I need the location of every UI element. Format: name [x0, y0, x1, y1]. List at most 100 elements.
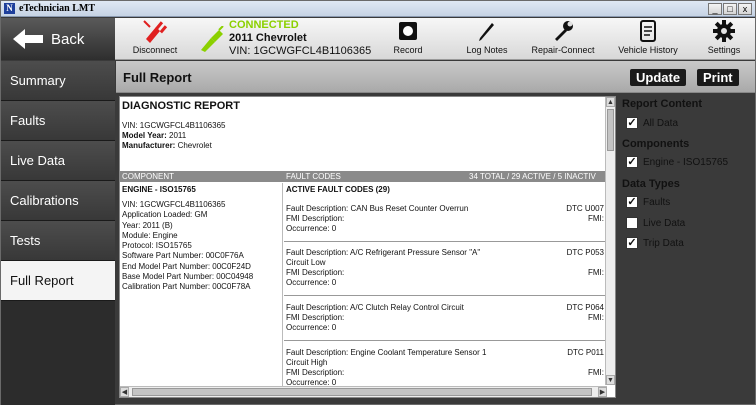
settings-button[interactable]: Settings — [702, 20, 746, 55]
faults-checkbox[interactable]: ✓ — [626, 196, 638, 208]
detail-line: Calibration Part Number: 00C0F78A — [122, 282, 251, 292]
vehicle-name: 2011 Chevrolet — [229, 32, 307, 44]
active-codes-label: ACTIVE FAULT CODES (29) — [286, 185, 390, 194]
column-divider — [282, 183, 283, 393]
fault-dtc: DTC U007 — [566, 204, 604, 213]
connection-status: CONNECTED 2011 Chevrolet VIN: 1GCWGFCL4B… — [199, 19, 399, 59]
nav-item-faults[interactable]: Faults — [1, 101, 115, 141]
vin-label: VIN: — [122, 121, 138, 130]
detail-line: VIN: 1GCWGFCL4B1106365 — [122, 200, 226, 209]
component-details: VIN: 1GCWGFCL4B1106365 Application Loade… — [122, 200, 280, 293]
log-notes-button[interactable]: Log Notes — [463, 20, 511, 55]
back-arrow-icon — [13, 29, 43, 49]
live-data-label: Live Data — [643, 217, 686, 229]
horizontal-scrollbar[interactable]: ◀ ▶ — [120, 386, 607, 397]
detail-line: Year: 2011 (B) — [122, 220, 173, 230]
fault-fmi-code: FMI: — [588, 313, 604, 322]
repair-connect-button[interactable]: Repair-Connect — [531, 20, 595, 55]
fault-fmi: FMI Description: — [286, 214, 345, 223]
update-button[interactable]: Update — [630, 69, 687, 86]
fault-fmi: FMI Description: — [286, 368, 345, 377]
close-button[interactable]: x — [738, 3, 752, 15]
print-button[interactable]: Print — [697, 69, 739, 86]
horizontal-scroll-thumb[interactable] — [132, 388, 592, 396]
disconnect-button[interactable]: Disconnect — [119, 20, 191, 55]
fault-fmi-code: FMI: — [588, 268, 604, 277]
restore-button[interactable]: □ — [723, 3, 737, 15]
nav-item-tests[interactable]: Tests — [1, 221, 115, 261]
detail-line: Application Loaded: GM — [122, 210, 208, 220]
report-options-panel: Report Content ✓ All Data Components ✓ E… — [619, 96, 755, 396]
vehicle-vin: VIN: 1GCWGFCL4B1106365 — [229, 45, 372, 57]
manufacturer-value: Chevrolet — [177, 141, 212, 150]
disconnect-label: Disconnect — [132, 45, 178, 55]
fault-fmi: FMI Description: — [286, 313, 345, 322]
left-nav: Summary Faults Live Data Calibrations Te… — [1, 61, 115, 405]
live-data-option[interactable]: Live Data — [626, 217, 685, 229]
fault-occurrence: Occurrence: 0 — [286, 224, 337, 233]
record-button[interactable]: Record — [387, 20, 429, 55]
detail-line: Module: Engine — [122, 230, 178, 240]
engine-label: Engine - ISO15765 — [643, 156, 729, 168]
scroll-left-icon[interactable]: ◀ — [120, 387, 129, 397]
fault-divider — [284, 241, 606, 242]
nav-item-calibrations[interactable]: Calibrations — [1, 181, 115, 221]
fault-occurrence: Occurrence: 0 — [286, 278, 337, 287]
fault-entry: Fault Description: Engine Coolant Temper… — [286, 348, 606, 388]
nav-item-live-data[interactable]: Live Data — [1, 141, 115, 181]
fault-divider — [284, 295, 606, 296]
minimize-button[interactable]: _ — [708, 3, 722, 15]
nav-item-summary[interactable]: Summary — [1, 61, 115, 101]
fault-dtc: DTC P064 — [566, 303, 604, 312]
top-toolbar: Back Disconnect CONNECTED 2011 Chevrolet — [1, 18, 755, 60]
settings-label: Settings — [707, 45, 741, 55]
plug-disconnect-icon — [119, 20, 191, 43]
component-name: ENGINE - ISO15765 — [122, 185, 196, 194]
vertical-scrollbar[interactable]: ▲ ▼ — [605, 97, 615, 385]
report-title: DIAGNOSTIC REPORT — [122, 100, 240, 112]
fault-fmi-code: FMI: — [588, 214, 604, 223]
report-meta: VIN: 1GCWGFCL4B1106365 Model Year: 2011 … — [122, 121, 225, 151]
page-title: Full Report — [123, 70, 192, 85]
detail-line: Software Part Number: 00C0F76A — [122, 251, 244, 261]
detail-line: Protocol: ISO15765 — [122, 241, 192, 251]
faults-option[interactable]: ✓ Faults — [626, 196, 670, 208]
engine-checkbox[interactable]: ✓ — [626, 156, 638, 168]
app-logo-icon: N — [4, 3, 15, 14]
trip-data-label: Trip Data — [643, 237, 684, 249]
engine-option[interactable]: ✓ Engine - ISO15765 — [626, 156, 728, 168]
live-data-checkbox[interactable] — [626, 217, 638, 229]
log-notes-label: Log Notes — [466, 45, 508, 55]
pencil-icon — [463, 20, 511, 42]
fault-entry: Fault Description: A/C Clutch Relay Cont… — [286, 303, 606, 333]
back-label: Back — [51, 30, 85, 48]
vehicle-history-label: Vehicle History — [618, 45, 678, 55]
trip-data-checkbox[interactable]: ✓ — [626, 237, 638, 249]
data-types-heading: Data Types — [622, 178, 680, 190]
trip-data-option[interactable]: ✓ Trip Data — [626, 237, 684, 249]
scroll-down-icon[interactable]: ▼ — [606, 375, 615, 385]
vertical-scroll-thumb[interactable] — [607, 109, 614, 151]
detail-line: End Model Part Number: 00C0F24D — [122, 261, 251, 271]
vehicle-history-button[interactable]: Vehicle History — [617, 20, 679, 55]
fault-divider — [284, 340, 606, 341]
all-data-option[interactable]: ✓ All Data — [626, 117, 678, 129]
main-header: Full Report Update Print — [116, 61, 755, 93]
all-data-checkbox[interactable]: ✓ — [626, 117, 638, 129]
fault-fmi: FMI Description: — [286, 268, 345, 277]
nav-item-full-report[interactable]: Full Report — [1, 261, 115, 301]
model-year-label: Model Year: — [122, 131, 167, 140]
fault-description-cont: Circuit Low — [286, 258, 326, 267]
wrench-icon — [531, 20, 595, 42]
fault-fmi-code: FMI: — [588, 368, 604, 377]
detail-line: Base Model Part Number: 00C04948 — [122, 272, 254, 282]
scroll-up-icon[interactable]: ▲ — [606, 97, 615, 107]
report-panel[interactable]: DIAGNOSTIC REPORT VIN: 1GCWGFCL4B1106365… — [119, 96, 616, 398]
scroll-right-icon[interactable]: ▶ — [598, 387, 607, 397]
all-data-label: All Data — [643, 117, 679, 129]
fault-dtc: DTC P053 — [566, 248, 604, 257]
back-button[interactable]: Back — [1, 18, 115, 60]
repair-connect-label: Repair-Connect — [531, 45, 595, 55]
fault-description-cont: Circuit High — [286, 358, 328, 367]
window-controls: _ □ x — [708, 3, 752, 15]
